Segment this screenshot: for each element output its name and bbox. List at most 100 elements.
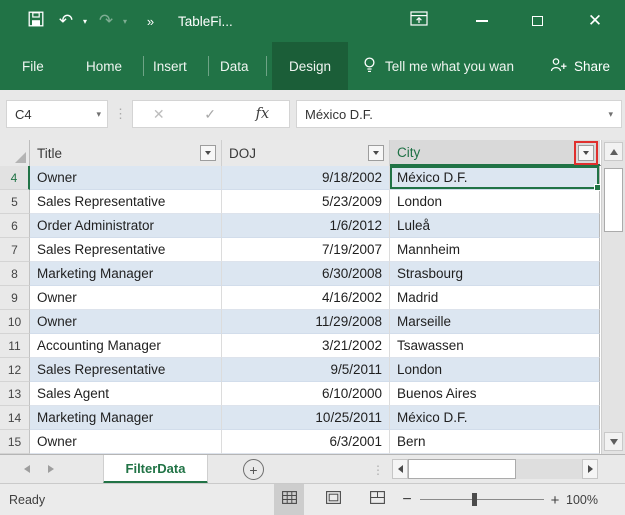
sheet-nav-right-icon[interactable]	[48, 465, 54, 473]
tab-separator	[266, 56, 267, 76]
table-row: 12Sales Representative9/5/2011London	[0, 358, 601, 382]
row-header[interactable]: 9	[0, 286, 30, 310]
filter-button-city[interactable]	[578, 145, 594, 161]
row-header[interactable]: 5	[0, 190, 30, 214]
normal-view-button[interactable]	[274, 484, 304, 515]
new-sheet-button[interactable]: +	[243, 459, 264, 480]
sheet-nav-left-icon[interactable]	[24, 465, 30, 473]
undo-button[interactable]: ↶	[54, 0, 78, 42]
page-layout-view-button[interactable]	[318, 484, 348, 515]
cell-city[interactable]: México D.F.	[390, 406, 600, 430]
cell-doj[interactable]: 4/16/2002	[222, 286, 390, 310]
row-header[interactable]: 12	[0, 358, 30, 382]
zoom-level[interactable]: 100%	[566, 484, 598, 515]
vertical-scrollbar-thumb[interactable]	[604, 168, 623, 232]
cell-doj[interactable]: 11/29/2008	[222, 310, 390, 334]
save-button[interactable]	[22, 0, 50, 42]
zoom-out-button[interactable]: −	[398, 484, 416, 515]
cell-city[interactable]: Marseille	[390, 310, 600, 334]
fill-handle[interactable]	[594, 184, 601, 191]
cell-city[interactable]: México D.F.	[390, 166, 600, 190]
cell-doj[interactable]: 9/18/2002	[222, 166, 390, 190]
scroll-up-button[interactable]	[604, 142, 623, 161]
cell-doj[interactable]: 1/6/2012	[222, 214, 390, 238]
name-box[interactable]: C4 ▾	[6, 100, 108, 128]
cell-doj[interactable]: 6/3/2001	[222, 430, 390, 454]
close-button[interactable]: ✕	[578, 0, 612, 42]
row-header[interactable]: 10	[0, 310, 30, 334]
cell-title[interactable]: Sales Representative	[30, 358, 222, 382]
cell-doj[interactable]: 5/23/2009	[222, 190, 390, 214]
row-header[interactable]: 4	[0, 166, 30, 190]
cell-title[interactable]: Marketing Manager	[30, 262, 222, 286]
page-break-preview-button[interactable]	[362, 484, 392, 515]
minimize-button[interactable]	[465, 0, 499, 42]
cell-city[interactable]: Luleå	[390, 214, 600, 238]
cell-title[interactable]: Owner	[30, 166, 222, 190]
maximize-button[interactable]	[520, 0, 554, 42]
cell-city[interactable]: Madrid	[390, 286, 600, 310]
tab-insert[interactable]: Insert	[153, 42, 187, 90]
cell-city[interactable]: London	[390, 190, 600, 214]
cell-doj[interactable]: 6/30/2008	[222, 262, 390, 286]
cell-title[interactable]: Owner	[30, 310, 222, 334]
filter-button-title[interactable]	[200, 145, 216, 161]
cell-title[interactable]: Owner	[30, 430, 222, 454]
row-header[interactable]: 7	[0, 238, 30, 262]
qat-customize-button[interactable]: »	[140, 0, 160, 42]
header-doj[interactable]: DOJ	[222, 140, 390, 166]
row-header[interactable]: 14	[0, 406, 30, 430]
formula-bar[interactable]: México D.F. ▾	[296, 100, 622, 128]
scroll-right-button[interactable]	[582, 459, 598, 479]
header-city-selected[interactable]: City	[390, 140, 600, 166]
tab-home[interactable]: Home	[86, 42, 122, 90]
horizontal-scrollbar-thumb[interactable]	[408, 459, 516, 479]
cell-city[interactable]: Mannheim	[390, 238, 600, 262]
cell-city[interactable]: Strasbourg	[390, 262, 600, 286]
cell-doj[interactable]: 3/21/2002	[222, 334, 390, 358]
cell-doj[interactable]: 7/19/2007	[222, 238, 390, 262]
row-header[interactable]: 15	[0, 430, 30, 454]
select-all-corner[interactable]	[0, 140, 30, 166]
cell-city[interactable]: Bern	[390, 430, 600, 454]
tab-file[interactable]: File	[22, 42, 44, 90]
row-header[interactable]: 6	[0, 214, 30, 238]
row-header[interactable]: 11	[0, 334, 30, 358]
redo-button[interactable]: ↷	[94, 0, 118, 42]
header-title[interactable]: Title	[30, 140, 222, 166]
sheet-tab-filterdata[interactable]: FilterData	[103, 455, 208, 484]
tell-me-box[interactable]: Tell me what you wan	[362, 42, 514, 90]
cell-city[interactable]: London	[390, 358, 600, 382]
vertical-scrollbar[interactable]	[601, 140, 625, 454]
row-header[interactable]: 8	[0, 262, 30, 286]
cell-title[interactable]: Sales Representative	[30, 190, 222, 214]
zoom-slider-thumb[interactable]	[472, 493, 477, 506]
insert-function-icon[interactable]: fx	[256, 106, 270, 122]
cell-doj[interactable]: 6/10/2000	[222, 382, 390, 406]
ribbon-display-options-button[interactable]	[402, 0, 436, 42]
tab-data[interactable]: Data	[220, 42, 249, 90]
cell-title[interactable]: Owner	[30, 286, 222, 310]
filter-button-doj[interactable]	[368, 145, 384, 161]
cell-title[interactable]: Marketing Manager	[30, 406, 222, 430]
redo-dropdown[interactable]: ▾	[118, 0, 132, 42]
scroll-left-button[interactable]	[392, 459, 408, 479]
scroll-down-button[interactable]	[604, 432, 623, 451]
tab-design-active[interactable]: Design	[272, 42, 348, 90]
cell-city[interactable]: Buenos Aires	[390, 382, 600, 406]
row-header[interactable]: 13	[0, 382, 30, 406]
cell-city[interactable]: Tsawassen	[390, 334, 600, 358]
undo-dropdown[interactable]: ▾	[78, 0, 92, 42]
cell-title[interactable]: Accounting Manager	[30, 334, 222, 358]
zoom-in-button[interactable]: +	[546, 484, 564, 515]
cell-title[interactable]: Order Administrator	[30, 214, 222, 238]
cell-title[interactable]: Sales Representative	[30, 238, 222, 262]
share-person-icon	[550, 57, 568, 76]
zoom-slider-track[interactable]	[420, 499, 544, 500]
cell-doj[interactable]: 10/25/2011	[222, 406, 390, 430]
enter-icon[interactable]: ✓	[204, 106, 216, 123]
cell-doj[interactable]: 9/5/2011	[222, 358, 390, 382]
share-button[interactable]: Share	[550, 42, 610, 90]
cancel-icon[interactable]: ✕	[153, 106, 165, 123]
cell-title[interactable]: Sales Agent	[30, 382, 222, 406]
